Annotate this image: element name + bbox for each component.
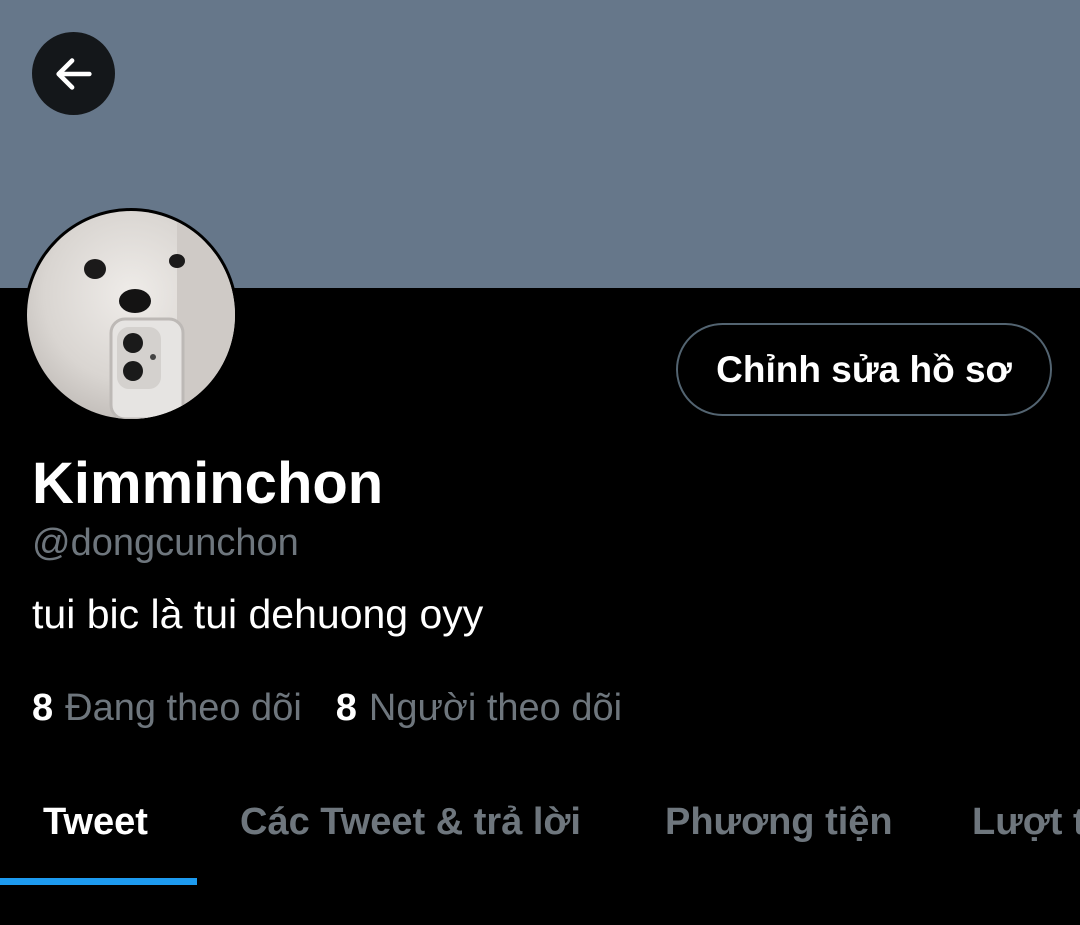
username-handle: @dongcunchon xyxy=(32,522,299,564)
active-tab-indicator xyxy=(0,878,197,885)
profile-screen: Chỉnh sửa hồ sơ Kimminchon @dongcunchon … xyxy=(0,0,1080,925)
following-count: 8 xyxy=(32,687,54,729)
avatar[interactable] xyxy=(24,208,238,422)
edit-profile-button[interactable]: Chỉnh sửa hồ sơ xyxy=(676,323,1052,416)
followers-count: 8 xyxy=(335,687,357,729)
following-label: Đang theo dõi xyxy=(65,687,302,729)
profile-bio: tui bic là tui dehuong oyy xyxy=(32,591,484,637)
avatar-image xyxy=(27,211,235,419)
tab-media[interactable]: Phương tiện xyxy=(665,760,893,885)
followers-stat[interactable]: 8 Người theo dõi xyxy=(336,684,622,732)
arrow-left-icon xyxy=(55,57,92,90)
followers-label: Người theo dõi xyxy=(368,687,623,729)
profile-tabs: Tweet Các Tweet & trả lời Phương tiện Lư… xyxy=(0,760,1080,885)
display-name: Kimminchon xyxy=(32,451,384,516)
back-button[interactable] xyxy=(32,32,115,115)
tab-tweets-and-replies[interactable]: Các Tweet & trả lời xyxy=(240,760,581,885)
tab-tweets[interactable]: Tweet xyxy=(43,760,148,885)
follow-stats: 8 Đang theo dõi 8 Người theo dõi xyxy=(32,684,622,732)
following-stat[interactable]: 8 Đang theo dõi xyxy=(32,684,302,732)
tab-likes[interactable]: Lượt t xyxy=(972,760,1080,885)
